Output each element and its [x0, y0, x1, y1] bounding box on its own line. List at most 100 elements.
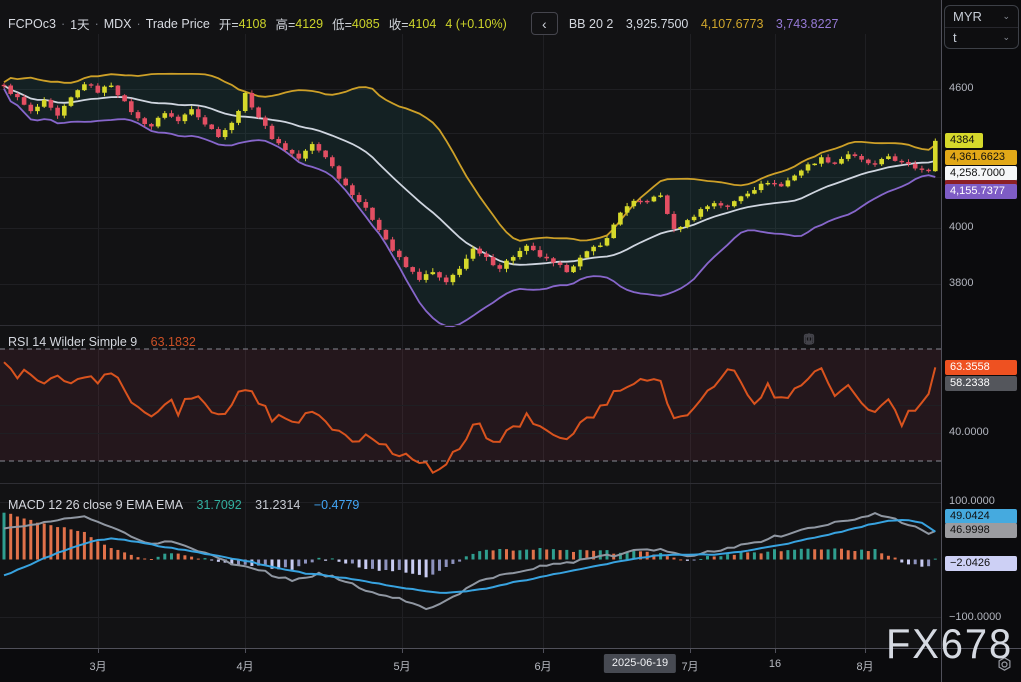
- macd-histogram-bar: [70, 529, 73, 559]
- macd-histogram-bar: [150, 559, 153, 560]
- candle-body: [611, 225, 616, 239]
- macd-histogram-bar: [833, 548, 836, 559]
- macd-histogram-bar: [793, 550, 796, 560]
- macd-histogram-bar: [9, 514, 12, 560]
- unit-dropdown[interactable]: t ⌄: [945, 27, 1018, 49]
- macd-histogram-bar: [103, 545, 106, 560]
- macd-histogram-bar: [143, 559, 146, 560]
- candle-body: [404, 257, 409, 267]
- macd-histogram-bar: [860, 550, 863, 560]
- candle-body: [364, 202, 369, 208]
- candle-body: [330, 157, 335, 166]
- macd-histogram-bar: [780, 551, 783, 559]
- macd-histogram-bar: [338, 560, 341, 562]
- bb-basis-value: 3,925.7500: [626, 17, 689, 31]
- macd-histogram-bar: [807, 549, 810, 560]
- candle-body: [82, 84, 87, 90]
- rsi-title[interactable]: RSI 14 Wilder Simple 9: [8, 335, 137, 349]
- candle-body: [377, 220, 382, 230]
- candle-body: [263, 118, 268, 126]
- candle-body: [8, 85, 13, 93]
- macd-histogram-bar: [197, 559, 200, 560]
- candle-body: [169, 113, 174, 117]
- macd-histogram-bar: [217, 560, 220, 562]
- candle-body: [29, 105, 34, 111]
- candle-body: [350, 185, 355, 195]
- candle-body: [812, 164, 817, 165]
- low-value: 4085: [352, 17, 380, 31]
- candle-body: [156, 118, 161, 127]
- macd-axis-label: 100.0000: [949, 495, 995, 507]
- symbol-title[interactable]: FCPOc3: [8, 17, 56, 31]
- macd-histogram-bar: [358, 560, 361, 568]
- candle-body: [417, 272, 422, 280]
- macd-histogram-bar: [130, 555, 133, 560]
- candle-body: [230, 123, 235, 130]
- candle-body: [323, 151, 328, 158]
- candle-body: [2, 85, 7, 86]
- macd-histogram-bar: [894, 558, 897, 560]
- time-axis-label: 16: [769, 658, 781, 670]
- candle-body: [739, 196, 744, 201]
- candle-body: [886, 156, 891, 159]
- macd-histogram-bar: [746, 552, 749, 559]
- macd-histogram-bar: [478, 551, 481, 559]
- price-chip: 4,155.7377: [945, 184, 1017, 199]
- collapse-pane-icon[interactable]: [889, 332, 907, 349]
- macd-histogram-bar: [492, 550, 495, 559]
- macd-histogram-bar: [371, 560, 374, 569]
- currency-dropdown[interactable]: MYR ⌄: [945, 6, 1018, 27]
- time-axis[interactable]: 2025-06-19 3月4月5月6月7月168月: [0, 648, 1021, 682]
- macd-chip: 46.9998: [945, 523, 1017, 538]
- macd-histogram-bar: [686, 560, 689, 561]
- macd-title[interactable]: MACD 12 26 close 9 EMA EMA: [8, 498, 183, 512]
- delete-pane-icon[interactable]: [860, 332, 878, 349]
- candle-body: [665, 195, 670, 213]
- macd-histogram-bar: [472, 554, 475, 560]
- candle-body: [491, 257, 496, 265]
- candle-body: [752, 190, 757, 194]
- rsi-chip: 58.2338: [945, 376, 1017, 391]
- candle-body: [397, 251, 402, 257]
- time-axis-label: 6月: [534, 658, 551, 674]
- macd-histogram-bar: [351, 560, 354, 564]
- candle-body: [926, 170, 931, 171]
- candle-body: [484, 254, 489, 257]
- candle-body: [625, 206, 630, 212]
- macd-histogram-bar: [384, 560, 387, 570]
- time-axis-label: 7月: [681, 658, 698, 674]
- candle-body: [524, 246, 529, 251]
- open-label: 开=: [219, 14, 239, 33]
- time-axis-tick: [690, 649, 691, 653]
- macd-histogram-bar: [405, 560, 408, 573]
- candle-body: [826, 157, 831, 162]
- legend-row: FCPOc3 · 1天 · MDX · Trade Price 开= 4108 …: [8, 12, 838, 35]
- candle-body: [343, 179, 348, 186]
- macd-histogram-bar: [137, 557, 140, 559]
- macd-histogram-bar: [465, 556, 468, 559]
- macd-histogram-bar: [83, 532, 86, 560]
- macd-histogram-bar: [726, 554, 729, 559]
- move-pane-down-icon[interactable]: [831, 332, 849, 349]
- legend-separator: ·: [137, 17, 141, 31]
- time-axis-tick: [402, 649, 403, 653]
- time-axis-label: 5月: [393, 658, 410, 674]
- candle-body: [357, 195, 362, 202]
- price-axis[interactable]: 46004000380043844,361.66234,258.70004,15…: [941, 0, 1021, 648]
- candle-body: [544, 257, 549, 259]
- interval-label[interactable]: 1天: [70, 14, 89, 33]
- candle-body: [89, 84, 94, 85]
- candle-body: [431, 272, 436, 274]
- macd-chip: 49.0424: [945, 509, 1017, 524]
- candle-body: [792, 176, 797, 181]
- candle-body: [873, 163, 878, 164]
- candle-body: [900, 161, 905, 162]
- macd-histogram-bar: [56, 527, 59, 559]
- legend-collapse-button[interactable]: ‹: [531, 12, 558, 35]
- maximize-pane-icon[interactable]: [918, 332, 936, 349]
- candle-body: [337, 166, 342, 178]
- macd-histogram-bar: [304, 560, 307, 564]
- macd-histogram-bar: [425, 560, 428, 578]
- candle-body: [236, 111, 241, 123]
- bb-title[interactable]: BB 20 2: [569, 17, 613, 31]
